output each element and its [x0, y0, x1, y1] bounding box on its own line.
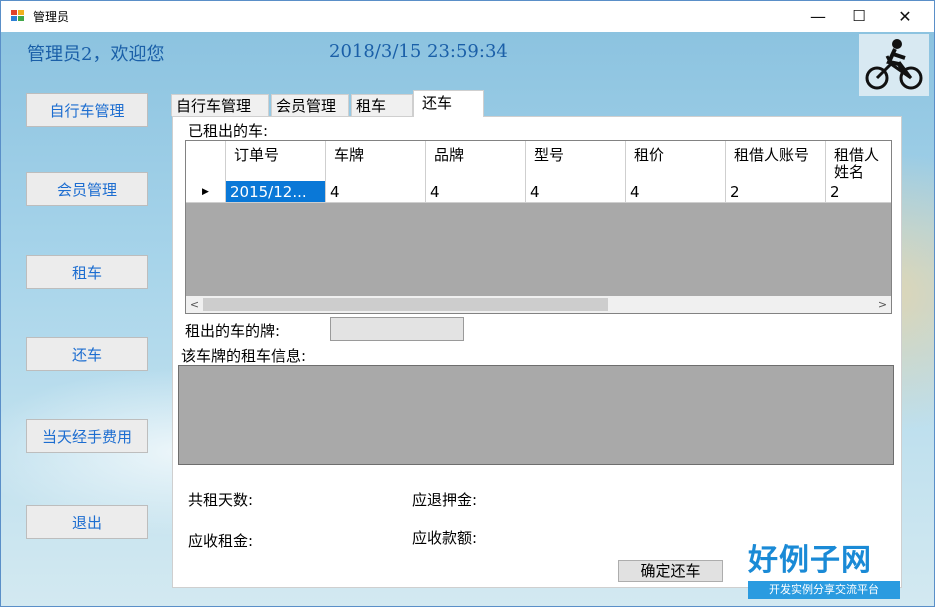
row-selector-arrow-icon: ▶: [186, 181, 226, 203]
daily-fees-button[interactable]: 当天经手费用: [26, 419, 148, 453]
grid-header-row: 订单号 车牌 品牌 型号 租价 租借人账号 租借人姓名: [186, 141, 891, 182]
scrollbar-thumb[interactable]: [203, 298, 608, 311]
rent-bike-button[interactable]: 租车: [26, 255, 148, 289]
rented-bikes-label: 已租出的车:: [188, 122, 269, 140]
bike-management-button[interactable]: 自行车管理: [26, 93, 148, 127]
rented-plate-field[interactable]: [330, 317, 464, 341]
table-cell[interactable]: 4: [526, 181, 626, 203]
column-header-price[interactable]: 租价: [626, 141, 726, 181]
app-window: 管理员 — ☐ ✕ 管理员2，欢迎您 2018/3/15 23:59:34 自行…: [0, 0, 935, 607]
confirm-return-button[interactable]: 确定还车: [618, 560, 723, 582]
table-cell[interactable]: 2: [726, 181, 826, 203]
column-header-order-no[interactable]: 订单号: [226, 141, 326, 181]
tab-bike-management[interactable]: 自行车管理: [171, 94, 269, 116]
table-cell[interactable]: 2015/12...: [226, 181, 326, 203]
tab-rent-bike[interactable]: 租车: [351, 94, 413, 116]
site-logo-subtitle: 开发实例分享交流平台: [748, 581, 900, 599]
amount-receivable-label: 应收款额:: [412, 529, 478, 547]
rent-receivable-label: 应收租金:: [188, 532, 254, 550]
table-cell[interactable]: 4: [326, 181, 426, 203]
table-cell[interactable]: 4: [626, 181, 726, 203]
deposit-refund-label: 应退押金:: [412, 491, 478, 509]
row-header-corner: [186, 141, 226, 181]
site-logo: 好例子网 开发实例分享交流平台: [748, 535, 902, 602]
title-bar: 管理员 — ☐ ✕: [1, 1, 934, 32]
horizontal-scrollbar[interactable]: < >: [186, 296, 891, 313]
app-icon: [11, 10, 25, 22]
column-header-renter-name[interactable]: 租借人姓名: [826, 141, 891, 181]
return-bike-button[interactable]: 还车: [26, 337, 148, 371]
table-cell[interactable]: 4: [426, 181, 526, 203]
column-header-renter-account[interactable]: 租借人账号: [726, 141, 826, 181]
rented-plate-label: 租出的车的牌:: [185, 322, 281, 340]
maximize-button[interactable]: ☐: [836, 1, 882, 32]
tab-return-bike[interactable]: 还车: [413, 90, 484, 117]
table-cell[interactable]: 2: [826, 181, 891, 203]
table-row[interactable]: ▶ 2015/12... 4 4 4 4 2 2: [186, 181, 891, 203]
rented-bikes-grid[interactable]: 订单号 车牌 品牌 型号 租价 租借人账号 租借人姓名 ▶ 2015/12...…: [185, 140, 892, 314]
scroll-right-icon[interactable]: >: [874, 296, 891, 313]
close-button[interactable]: ✕: [882, 1, 928, 32]
main-form: 管理员2，欢迎您 2018/3/15 23:59:34 自行车管理 会员管理 租…: [1, 32, 934, 606]
datetime-text: 2018/3/15 23:59:34: [329, 41, 508, 62]
welcome-text: 管理员2，欢迎您: [27, 44, 165, 65]
minimize-button[interactable]: —: [795, 1, 841, 32]
exit-button[interactable]: 退出: [26, 505, 148, 539]
column-header-plate[interactable]: 车牌: [326, 141, 426, 181]
scroll-left-icon[interactable]: <: [186, 296, 203, 313]
column-header-brand[interactable]: 品牌: [426, 141, 526, 181]
return-bike-panel: 已租出的车: 订单号 车牌 品牌 型号 租价 租借人账号 租借人姓名 ▶ 201…: [172, 116, 902, 588]
site-logo-title: 好例子网: [748, 543, 872, 578]
tab-member-management[interactable]: 会员管理: [271, 94, 349, 116]
total-days-label: 共租天数:: [188, 491, 254, 509]
window-title: 管理员: [33, 10, 70, 24]
cyclist-logo-image: [859, 34, 929, 96]
member-management-button[interactable]: 会员管理: [26, 172, 148, 206]
column-header-model[interactable]: 型号: [526, 141, 626, 181]
rental-info-label: 该车牌的租车信息:: [181, 347, 307, 365]
rental-info-box[interactable]: [178, 365, 894, 465]
